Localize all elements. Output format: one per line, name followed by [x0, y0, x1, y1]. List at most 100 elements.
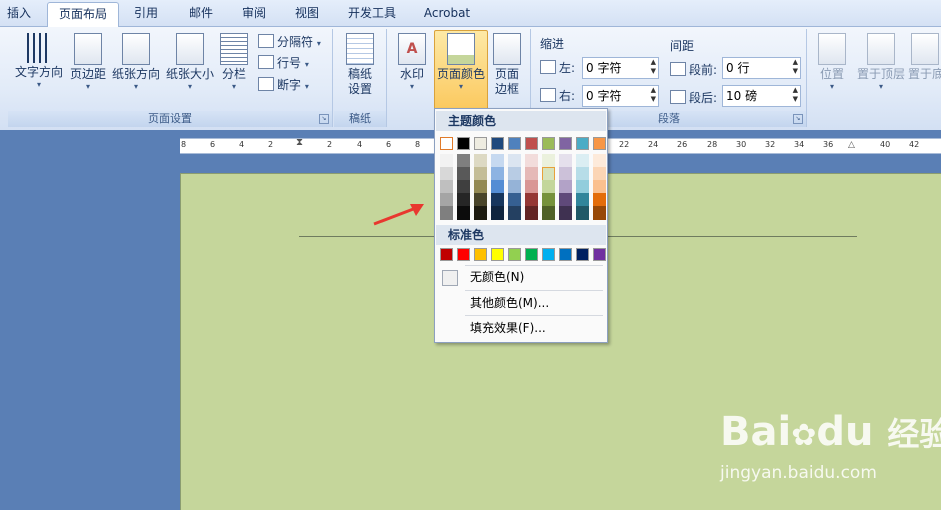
theme-shade-swatch[interactable]	[525, 206, 538, 220]
theme-shade-swatch[interactable]	[440, 193, 453, 207]
theme-color-swatch[interactable]	[542, 137, 555, 150]
theme-shade-swatch[interactable]	[576, 167, 589, 181]
tab-page-layout[interactable]: 页面布局	[47, 2, 119, 27]
theme-color-swatch[interactable]	[508, 137, 521, 150]
text-direction-button[interactable]: 文字方向 ▾	[12, 31, 66, 90]
theme-shade-swatch[interactable]	[525, 180, 538, 194]
theme-shade-swatch[interactable]	[559, 206, 572, 220]
theme-shade-swatch[interactable]	[525, 167, 538, 181]
watermark-button[interactable]: A 水印 ▾	[392, 31, 432, 92]
standard-color-swatch[interactable]	[593, 248, 606, 261]
theme-shade-swatch[interactable]	[457, 180, 470, 194]
more-colors-item[interactable]: 其他颜色(M)...	[436, 292, 606, 314]
theme-color-swatch[interactable]	[525, 137, 538, 150]
standard-color-swatch[interactable]	[440, 248, 453, 261]
dialog-launcher-icon[interactable]: ↘	[319, 114, 329, 124]
indent-left-input[interactable]: 0 字符 ▲ ▼	[582, 57, 659, 79]
theme-shade-swatch[interactable]	[508, 206, 521, 220]
standard-color-swatch[interactable]	[576, 248, 589, 261]
theme-shade-swatch[interactable]	[559, 167, 572, 181]
tab-references[interactable]: 引用	[128, 3, 164, 25]
theme-shade-swatch[interactable]	[508, 193, 521, 207]
theme-shade-swatch[interactable]	[559, 154, 572, 168]
page-borders-button[interactable]: 页面 边框	[488, 31, 526, 97]
theme-shade-swatch[interactable]	[593, 206, 606, 220]
theme-shade-swatch[interactable]	[542, 206, 555, 220]
spacing-after-input[interactable]: 10 磅 ▲ ▼	[722, 85, 801, 107]
theme-shade-swatch[interactable]	[457, 206, 470, 220]
hyphenation-button[interactable]: 断字 ▾	[258, 75, 309, 95]
theme-shade-swatch[interactable]	[576, 154, 589, 168]
standard-color-swatch[interactable]	[474, 248, 487, 261]
send-to-back-button[interactable]: 置于底	[908, 31, 941, 82]
theme-shade-swatch[interactable]	[576, 180, 589, 194]
theme-shade-swatch[interactable]	[491, 206, 504, 220]
theme-shade-swatch[interactable]	[593, 154, 606, 168]
theme-shade-swatch[interactable]	[508, 167, 521, 181]
theme-shade-swatch[interactable]	[508, 154, 521, 168]
spin-arrows-icon[interactable]: ▲ ▼	[793, 58, 798, 76]
right-indent-marker-icon[interactable]: △	[848, 140, 855, 150]
breaks-button[interactable]: 分隔符 ▾	[258, 32, 321, 52]
bring-to-front-button[interactable]: 置于顶层 ▾	[854, 31, 908, 92]
theme-shade-swatch[interactable]	[593, 167, 606, 181]
margins-button[interactable]: 页边距 ▾	[68, 31, 108, 92]
tab-developer[interactable]: 开发工具	[340, 3, 404, 25]
theme-shade-swatch[interactable]	[440, 206, 453, 220]
theme-color-swatch[interactable]	[593, 137, 606, 150]
tab-view[interactable]: 视图	[289, 3, 325, 25]
theme-color-swatch[interactable]	[491, 137, 504, 150]
theme-shade-swatch[interactable]	[576, 206, 589, 220]
theme-shade-swatch[interactable]	[440, 154, 453, 168]
standard-color-swatch[interactable]	[542, 248, 555, 261]
theme-shade-swatch[interactable]	[457, 193, 470, 207]
theme-shade-swatch[interactable]	[457, 167, 470, 181]
theme-color-swatch[interactable]	[559, 137, 572, 150]
indent-right-input[interactable]: 0 字符 ▲ ▼	[582, 85, 659, 107]
tab-mailings[interactable]: 邮件	[183, 3, 219, 25]
page-color-button[interactable]: 页面颜色 ▾	[434, 30, 488, 110]
line-numbers-button[interactable]: 行号 ▾	[258, 53, 309, 73]
theme-shade-swatch[interactable]	[474, 180, 487, 194]
theme-shade-swatch[interactable]	[576, 193, 589, 207]
no-color-item[interactable]: 无颜色(N)	[436, 266, 606, 288]
theme-shade-swatch[interactable]	[525, 154, 538, 168]
theme-shade-swatch[interactable]	[559, 193, 572, 207]
dialog-launcher-icon[interactable]: ↘	[793, 114, 803, 124]
theme-shade-swatch[interactable]	[593, 193, 606, 207]
tab-insert[interactable]: 插入	[2, 3, 36, 25]
theme-color-swatch[interactable]	[457, 137, 470, 150]
position-button[interactable]: 位置 ▾	[814, 31, 850, 92]
spin-arrows-icon[interactable]: ▲ ▼	[651, 86, 656, 104]
theme-color-swatch[interactable]	[440, 137, 453, 150]
theme-shade-swatch[interactable]	[474, 193, 487, 207]
theme-color-swatch[interactable]	[474, 137, 487, 150]
theme-shade-swatch[interactable]	[491, 180, 504, 194]
theme-shade-swatch[interactable]	[491, 154, 504, 168]
standard-color-swatch[interactable]	[457, 248, 470, 261]
theme-shade-swatch[interactable]	[542, 167, 555, 181]
theme-shade-swatch[interactable]	[593, 180, 606, 194]
orientation-button[interactable]: 纸张方向 ▾	[110, 31, 162, 92]
columns-button[interactable]: 分栏 ▾	[218, 31, 250, 92]
standard-color-swatch[interactable]	[508, 248, 521, 261]
theme-shade-swatch[interactable]	[491, 193, 504, 207]
spin-arrows-icon[interactable]: ▲ ▼	[793, 86, 798, 104]
spin-arrows-icon[interactable]: ▲ ▼	[651, 58, 656, 76]
manuscript-settings-button[interactable]: 稿纸 设置	[338, 31, 382, 97]
theme-shade-swatch[interactable]	[542, 193, 555, 207]
theme-shade-swatch[interactable]	[440, 167, 453, 181]
theme-shade-swatch[interactable]	[508, 180, 521, 194]
standard-color-swatch[interactable]	[559, 248, 572, 261]
theme-shade-swatch[interactable]	[491, 167, 504, 181]
tab-review[interactable]: 审阅	[236, 3, 272, 25]
theme-shade-swatch[interactable]	[457, 154, 470, 168]
theme-shade-swatch[interactable]	[525, 193, 538, 207]
fill-effects-item[interactable]: 填充效果(F)...	[436, 317, 606, 339]
theme-color-swatch[interactable]	[576, 137, 589, 150]
theme-shade-swatch[interactable]	[474, 206, 487, 220]
theme-shade-swatch[interactable]	[474, 154, 487, 168]
theme-shade-swatch[interactable]	[440, 180, 453, 194]
standard-color-swatch[interactable]	[525, 248, 538, 261]
spacing-before-input[interactable]: 0 行 ▲ ▼	[722, 57, 801, 79]
